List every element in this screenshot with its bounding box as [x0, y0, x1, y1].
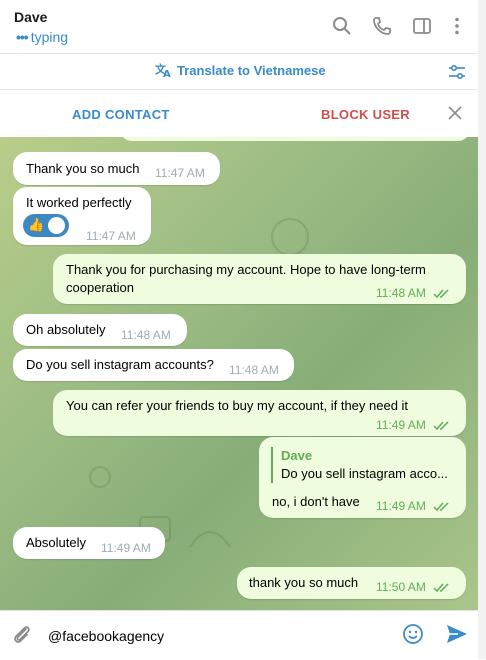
- sidebar-toggle-icon[interactable]: [412, 16, 432, 36]
- reply-quote[interactable]: Dave Do you sell instagram acco...: [271, 447, 461, 483]
- reply-author: Dave: [281, 448, 313, 463]
- translate-label: Translate to Vietnamese: [177, 62, 326, 78]
- message-text: Oh absolutely: [26, 322, 106, 337]
- double-check-icon: [433, 289, 449, 298]
- message-time: 11:47 AM: [86, 229, 136, 243]
- message-incoming[interactable]: Do you sell instagram accounts? 11:48 AM: [13, 349, 294, 381]
- translate-icon: 文 A: [155, 62, 171, 78]
- message-outgoing[interactable]: Thank you for purchasing my account. Hop…: [53, 254, 466, 304]
- message-time: 11:48 AM: [376, 286, 426, 300]
- block-user-button[interactable]: BLOCK USER: [321, 107, 410, 122]
- message-outgoing[interactable]: You can refer your friends to buy my acc…: [53, 390, 466, 436]
- reply-snippet: Do you sell instagram acco...: [281, 466, 448, 481]
- settings-sliders-icon[interactable]: [448, 63, 466, 81]
- message-text: thank you so much: [249, 575, 359, 590]
- message-time: 11:49 AM: [376, 418, 426, 432]
- message-incoming[interactable]: It worked perfectly 👍 11:47 AM: [13, 187, 151, 245]
- thumbs-up-icon: 👍: [28, 217, 45, 232]
- message-text: Thank you so much: [26, 161, 140, 176]
- double-check-icon: [433, 502, 449, 511]
- typing-status: ••• typing: [16, 29, 68, 45]
- message-text: It worked perfectly: [26, 195, 132, 210]
- double-check-icon: [433, 583, 449, 592]
- message-meta: 11:48 AM: [376, 284, 451, 302]
- typing-status-label: typing: [30, 29, 69, 45]
- search-icon[interactable]: [332, 16, 352, 36]
- message-time: 11:48 AM: [121, 328, 171, 342]
- typing-dots-icon: •••: [16, 29, 29, 45]
- double-check-icon: [433, 421, 449, 430]
- reactor-avatar: [48, 217, 65, 234]
- message-meta: 11:50 AM: [376, 578, 451, 596]
- translate-button[interactable]: 文 A Translate to Vietnamese: [155, 62, 326, 78]
- scrollbar[interactable]: [478, 0, 486, 659]
- message-outgoing-reply[interactable]: Dave Do you sell instagram acco... no, i…: [259, 437, 466, 518]
- phone-icon[interactable]: [372, 16, 392, 36]
- message-text: You can refer your friends to buy my acc…: [66, 398, 409, 413]
- svg-text:A: A: [163, 69, 171, 78]
- message-time: 11:49 AM: [376, 499, 426, 513]
- chat-title[interactable]: Dave: [14, 9, 47, 25]
- message-time: 11:48 AM: [229, 363, 279, 377]
- message-incoming[interactable]: Thank you so much 11:47 AM: [13, 152, 220, 185]
- close-icon[interactable]: [447, 105, 463, 121]
- message-list[interactable]: Thank you so much 11:47 AM It worked per…: [0, 137, 478, 610]
- message-text: Absolutely: [26, 535, 86, 550]
- message-meta: 11:49 AM: [376, 416, 451, 434]
- add-contact-button[interactable]: ADD CONTACT: [72, 107, 170, 122]
- emoji-icon[interactable]: [402, 623, 424, 645]
- message-time: 11:50 AM: [376, 580, 426, 594]
- message-text: Do you sell instagram accounts?: [26, 357, 214, 372]
- message-composer: [0, 610, 478, 660]
- message-incoming[interactable]: Oh absolutely 11:48 AM: [13, 314, 187, 346]
- message-meta: 11:49 AM: [376, 497, 451, 515]
- chat-header: Dave ••• typing: [0, 0, 478, 54]
- message-incoming[interactable]: Absolutely 11:49 AM: [13, 527, 165, 559]
- contact-action-bar: ADD CONTACT BLOCK USER: [0, 90, 478, 138]
- message-time: 11:47 AM: [155, 166, 205, 180]
- message-text: no, i don't have: [272, 494, 360, 509]
- message-input[interactable]: [46, 624, 380, 648]
- attach-icon[interactable]: [11, 623, 33, 645]
- send-icon[interactable]: [445, 623, 469, 645]
- previous-message-edge: [120, 137, 470, 141]
- message-outgoing[interactable]: thank you so much 11:50 AM: [237, 567, 466, 599]
- more-icon[interactable]: [447, 16, 467, 36]
- message-time: 11:49 AM: [101, 541, 151, 555]
- reaction-badge[interactable]: 👍: [23, 214, 69, 237]
- translate-bar: 文 A Translate to Vietnamese: [0, 54, 478, 90]
